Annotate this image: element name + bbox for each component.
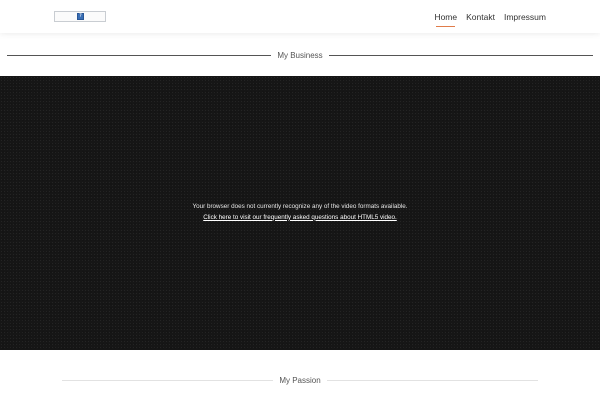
divider-line-left <box>7 55 272 56</box>
nav-item-kontakt[interactable]: Kontakt <box>466 10 495 24</box>
nav-item-impressum[interactable]: Impressum <box>504 10 546 24</box>
divider-line-right <box>326 380 539 381</box>
main-nav: Home Kontakt Impressum <box>434 0 546 33</box>
nav-item-home[interactable]: Home <box>434 10 457 27</box>
divider-line-right <box>328 55 594 56</box>
section-title-business: My Business <box>277 51 323 60</box>
section-title-passion: My Passion <box>279 376 321 385</box>
site-header: ? Home Kontakt Impressum <box>0 0 600 33</box>
html5-video-faq-link[interactable]: Click here to visit our frequently asked… <box>203 214 397 221</box>
video-player[interactable]: Your browser does not currently recogniz… <box>0 76 600 350</box>
site-logo[interactable]: ? <box>54 11 106 22</box>
broken-image-icon: ? <box>77 13 84 20</box>
divider-line-left <box>62 380 274 381</box>
section-heading-passion: My Passion <box>62 376 539 385</box>
video-unsupported-text: Your browser does not currently recogniz… <box>192 203 408 210</box>
video-fallback-message: Your browser does not currently recogniz… <box>0 202 600 223</box>
section-heading-business: My Business <box>7 51 594 60</box>
